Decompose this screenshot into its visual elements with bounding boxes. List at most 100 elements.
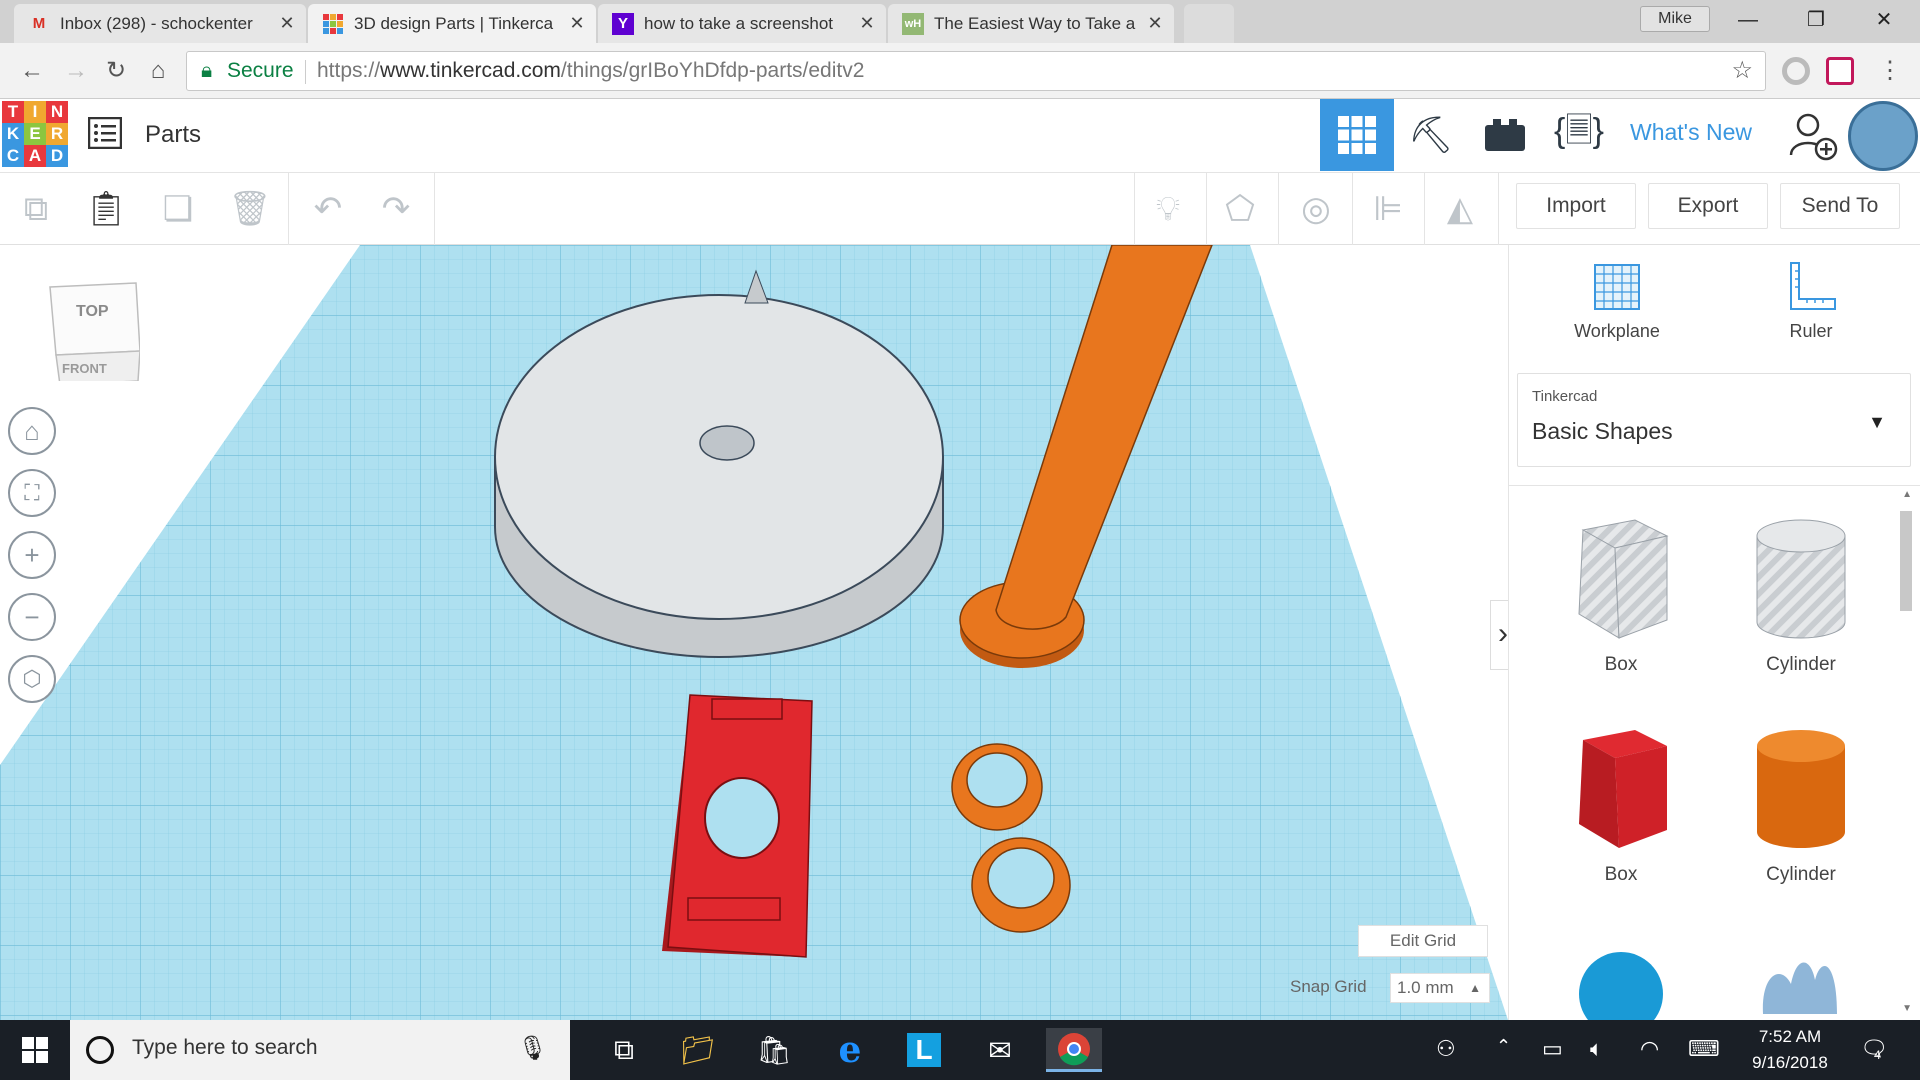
extension-icon[interactable] bbox=[1782, 57, 1810, 85]
zoom-in-icon[interactable]: + bbox=[8, 531, 56, 579]
home-icon[interactable]: ⌂ bbox=[142, 55, 174, 87]
shape-sphere[interactable] bbox=[1551, 934, 1691, 1020]
keyboard-icon[interactable]: ⌨ bbox=[1688, 1036, 1720, 1062]
add-user-icon[interactable] bbox=[1788, 111, 1838, 161]
scrollbar-thumb[interactable] bbox=[1900, 511, 1912, 611]
send-to-button[interactable]: Send To bbox=[1780, 183, 1900, 229]
file-explorer-icon[interactable]: 📁︎ bbox=[670, 1028, 726, 1072]
tab-gmail[interactable]: M Inbox (298) - schockenter ✕ bbox=[14, 4, 306, 43]
copy-icon[interactable]: ⧉ bbox=[14, 187, 58, 231]
code-blocks-icon[interactable]: {🗏} bbox=[1542, 99, 1616, 171]
shape-cylinder-hole[interactable]: Cylinder bbox=[1731, 514, 1871, 676]
launcher-icon[interactable]: L bbox=[896, 1028, 952, 1072]
battery-icon[interactable]: ▭ bbox=[1542, 1036, 1563, 1062]
briefcase-icon[interactable] bbox=[1468, 99, 1542, 171]
workspace[interactable]: TOP FRONT ⌂ ⛶ + − ⬡ Edit Grid Snap Grid … bbox=[0, 245, 1508, 1020]
taskbar-search[interactable]: Type here to search 🎙︎ bbox=[70, 1020, 570, 1080]
perspective-icon[interactable]: ⬡ bbox=[8, 655, 56, 703]
back-icon[interactable]: ← bbox=[16, 55, 48, 87]
clock[interactable]: 7:52 AM 9/16/2018 bbox=[1740, 1024, 1840, 1076]
ruler-button[interactable]: Ruler bbox=[1751, 261, 1871, 342]
3d-scene[interactable] bbox=[0, 245, 1508, 1020]
mirror-icon[interactable]: ◭ bbox=[1438, 187, 1482, 231]
tab-yahoo[interactable]: Y how to take a screenshot ✕ bbox=[598, 4, 886, 43]
profile-button[interactable]: Mike bbox=[1640, 6, 1710, 32]
edge-icon[interactable]: e bbox=[822, 1028, 878, 1072]
delete-icon[interactable]: 🗑︎ bbox=[228, 187, 272, 231]
chrome-icon[interactable] bbox=[1046, 1028, 1102, 1072]
lightbulb-icon[interactable]: 💡︎ bbox=[1146, 187, 1190, 231]
shape-scribble[interactable] bbox=[1731, 934, 1871, 1020]
ungroup-icon[interactable]: ◎ bbox=[1294, 187, 1338, 231]
shape-box-hole[interactable]: Box bbox=[1551, 514, 1691, 676]
snap-grid-select[interactable]: 1.0 mm ▲ bbox=[1390, 973, 1490, 1003]
redo-icon[interactable]: ↷ bbox=[374, 187, 418, 231]
url-input[interactable]: 🔒︎ Secure https://www.tinkercad.com/thin… bbox=[186, 51, 1766, 91]
close-tab-icon[interactable]: ✕ bbox=[858, 13, 876, 34]
sphere-icon bbox=[1579, 952, 1663, 1020]
zoom-out-icon[interactable]: − bbox=[8, 593, 56, 641]
shape-box[interactable]: Box bbox=[1551, 724, 1691, 886]
close-tab-icon[interactable]: ✕ bbox=[568, 13, 586, 34]
pickaxe-icon[interactable]: ⛏ bbox=[1394, 99, 1468, 171]
undo-icon[interactable]: ↶ bbox=[306, 187, 350, 231]
action-center-icon[interactable]: 🗨︎ 4 bbox=[1860, 1036, 1888, 1062]
divider bbox=[1278, 173, 1279, 245]
3d-view-button[interactable] bbox=[1320, 99, 1394, 171]
reload-icon[interactable]: ↻ bbox=[100, 55, 132, 87]
import-button[interactable]: Import bbox=[1516, 183, 1636, 229]
people-icon[interactable]: ⚇ bbox=[1436, 1036, 1456, 1062]
search-placeholder: Type here to search bbox=[132, 1036, 318, 1059]
yahoo-icon: Y bbox=[612, 12, 634, 35]
caret-up-icon: ▲ bbox=[1469, 981, 1481, 995]
task-view-icon[interactable]: ⧉ bbox=[596, 1028, 652, 1072]
windows-start-icon[interactable] bbox=[0, 1020, 70, 1080]
duplicate-icon[interactable]: ❏ bbox=[156, 187, 200, 231]
workplane-button[interactable]: Workplane bbox=[1557, 261, 1677, 342]
pocket-icon[interactable] bbox=[1826, 57, 1854, 85]
close-window-icon[interactable]: ✕ bbox=[1852, 0, 1916, 40]
secure-label: Secure bbox=[227, 59, 294, 82]
view-cube-top-label[interactable]: TOP bbox=[76, 303, 109, 321]
avatar[interactable] bbox=[1848, 101, 1918, 171]
divider bbox=[1424, 173, 1425, 245]
microphone-icon[interactable]: 🎙︎ bbox=[518, 1034, 548, 1063]
wifi-icon[interactable]: ◠ bbox=[1640, 1036, 1659, 1062]
restore-icon[interactable]: ❐ bbox=[1784, 0, 1848, 40]
collapse-panel-button[interactable]: › bbox=[1490, 600, 1508, 670]
mail-icon[interactable]: ✉ bbox=[972, 1028, 1028, 1072]
design-list-icon[interactable] bbox=[87, 116, 123, 151]
new-tab-button[interactable] bbox=[1184, 4, 1234, 43]
show-hidden-icons-icon[interactable]: ⌃ bbox=[1496, 1036, 1511, 1057]
edit-grid-button[interactable]: Edit Grid bbox=[1358, 925, 1488, 957]
menu-dots-icon[interactable]: ⋮ bbox=[1874, 55, 1906, 87]
export-button[interactable]: Export bbox=[1648, 183, 1768, 229]
fit-view-icon[interactable]: ⛶ bbox=[8, 469, 56, 517]
scroll-up-icon[interactable]: ▲ bbox=[1902, 489, 1912, 500]
divider bbox=[434, 173, 435, 245]
align-icon[interactable]: ⊫ bbox=[1366, 187, 1410, 231]
tinkercad-logo[interactable]: T I N K E R C A D bbox=[2, 101, 68, 167]
forward-icon[interactable]: → bbox=[60, 55, 92, 87]
tab-tinkercad[interactable]: 3D design Parts | Tinkerca ✕ bbox=[308, 4, 596, 43]
design-title[interactable]: Parts bbox=[145, 121, 201, 149]
shape-cylinder[interactable]: Cylinder bbox=[1731, 724, 1871, 886]
tab-wikihow[interactable]: wH The Easiest Way to Take a ✕ bbox=[888, 4, 1174, 43]
bookmark-star-icon[interactable]: ☆ bbox=[1731, 52, 1753, 90]
store-icon[interactable]: 🛍︎ bbox=[746, 1028, 802, 1072]
whats-new-link[interactable]: What's New bbox=[1630, 119, 1752, 146]
view-cube-front-label[interactable]: FRONT bbox=[62, 361, 107, 376]
close-tab-icon[interactable]: ✕ bbox=[278, 13, 296, 34]
paste-icon[interactable]: 📋︎ bbox=[84, 187, 128, 231]
group-icon[interactable]: ⬠ bbox=[1218, 187, 1262, 231]
volume-icon[interactable]: 🔈︎ bbox=[1590, 1036, 1603, 1062]
browser-tab-strip: M Inbox (298) - schockenter ✕ 3D design … bbox=[0, 0, 1920, 43]
box-icon bbox=[1579, 730, 1667, 848]
close-tab-icon[interactable]: ✕ bbox=[1146, 13, 1164, 34]
shape-library-select[interactable]: Tinkercad Basic Shapes ▼ bbox=[1517, 373, 1911, 467]
address-bar: ← → ↻ ⌂ 🔒︎ Secure https://www.tinkercad.… bbox=[0, 43, 1920, 99]
scroll-down-icon[interactable]: ▼ bbox=[1902, 1003, 1912, 1014]
minimize-icon[interactable]: — bbox=[1716, 0, 1780, 40]
view-cube[interactable]: TOP FRONT bbox=[44, 281, 141, 386]
home-view-icon[interactable]: ⌂ bbox=[8, 407, 56, 455]
